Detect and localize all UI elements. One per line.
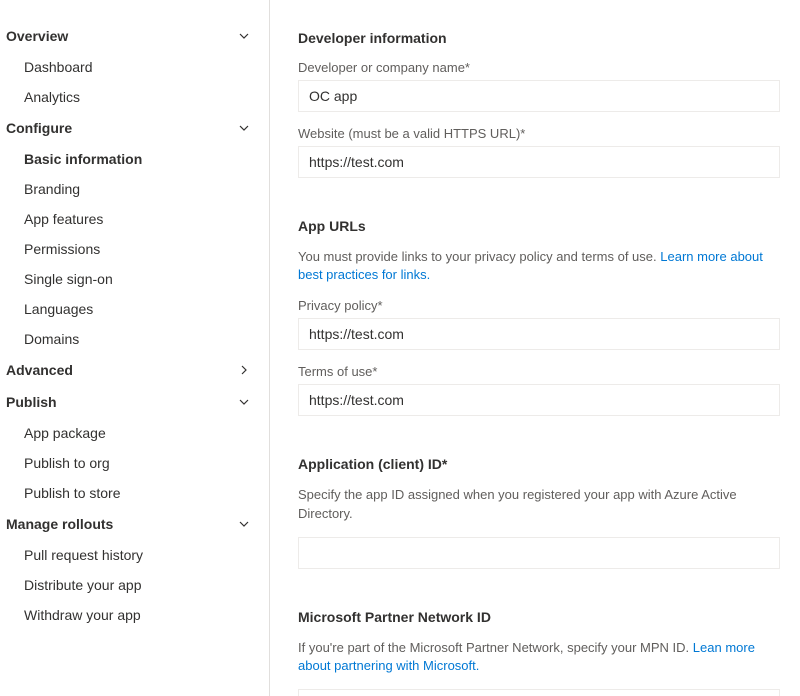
chevron-down-icon bbox=[237, 29, 251, 43]
nav-section-manage-rollouts[interactable]: Manage rollouts bbox=[0, 508, 269, 540]
application-client-id-input[interactable] bbox=[298, 537, 780, 569]
label-developer-company-name: Developer or company name* bbox=[298, 60, 780, 75]
sidebar-item-app-features[interactable]: App features bbox=[0, 204, 269, 234]
nav-section-overview[interactable]: Overview bbox=[0, 20, 269, 52]
mpn-id-input[interactable] bbox=[298, 689, 780, 696]
nav-section-label: Overview bbox=[6, 28, 68, 44]
privacy-policy-input[interactable] bbox=[298, 318, 780, 350]
sidebar-item-branding[interactable]: Branding bbox=[0, 174, 269, 204]
nav-section-label: Publish bbox=[6, 394, 57, 410]
nav-section-configure[interactable]: Configure bbox=[0, 112, 269, 144]
section-title-mpn-id: Microsoft Partner Network ID bbox=[298, 609, 780, 625]
label-terms-of-use: Terms of use* bbox=[298, 364, 780, 379]
nav-section-advanced[interactable]: Advanced bbox=[0, 354, 269, 386]
nav-section-publish[interactable]: Publish bbox=[0, 386, 269, 418]
developer-company-name-input[interactable] bbox=[298, 80, 780, 112]
sidebar: Overview Dashboard Analytics Configure B… bbox=[0, 0, 270, 696]
label-privacy-policy: Privacy policy* bbox=[298, 298, 780, 313]
sidebar-item-distribute-your-app[interactable]: Distribute your app bbox=[0, 570, 269, 600]
chevron-down-icon bbox=[237, 517, 251, 531]
chevron-down-icon bbox=[237, 395, 251, 409]
sidebar-item-languages[interactable]: Languages bbox=[0, 294, 269, 324]
nav-section-label: Manage rollouts bbox=[6, 516, 113, 532]
app-urls-desc-text: You must provide links to your privacy p… bbox=[298, 249, 660, 264]
chevron-down-icon bbox=[237, 121, 251, 135]
section-title-app-urls: App URLs bbox=[298, 218, 780, 234]
label-website: Website (must be a valid HTTPS URL)* bbox=[298, 126, 780, 141]
sidebar-item-pull-request-history[interactable]: Pull request history bbox=[0, 540, 269, 570]
sidebar-item-app-package[interactable]: App package bbox=[0, 418, 269, 448]
sidebar-item-analytics[interactable]: Analytics bbox=[0, 82, 269, 112]
sidebar-item-domains[interactable]: Domains bbox=[0, 324, 269, 354]
nav-section-label: Advanced bbox=[6, 362, 73, 378]
app-urls-description: You must provide links to your privacy p… bbox=[298, 248, 780, 284]
website-input[interactable] bbox=[298, 146, 780, 178]
sidebar-item-basic-information[interactable]: Basic information bbox=[0, 144, 269, 174]
sidebar-item-publish-to-store[interactable]: Publish to store bbox=[0, 478, 269, 508]
sidebar-item-withdraw-your-app[interactable]: Withdraw your app bbox=[0, 600, 269, 630]
section-title-developer-information: Developer information bbox=[298, 30, 780, 46]
sidebar-item-publish-to-org[interactable]: Publish to org bbox=[0, 448, 269, 478]
sidebar-item-dashboard[interactable]: Dashboard bbox=[0, 52, 269, 82]
terms-of-use-input[interactable] bbox=[298, 384, 780, 416]
main-content: Developer information Developer or compa… bbox=[270, 0, 800, 696]
mpn-desc-text: If you're part of the Microsoft Partner … bbox=[298, 640, 693, 655]
mpn-id-description: If you're part of the Microsoft Partner … bbox=[298, 639, 780, 675]
section-title-application-client-id: Application (client) ID* bbox=[298, 456, 780, 472]
chevron-right-icon bbox=[237, 363, 251, 377]
nav-section-label: Configure bbox=[6, 120, 72, 136]
sidebar-item-permissions[interactable]: Permissions bbox=[0, 234, 269, 264]
application-client-id-description: Specify the app ID assigned when you reg… bbox=[298, 486, 780, 522]
sidebar-item-single-sign-on[interactable]: Single sign-on bbox=[0, 264, 269, 294]
